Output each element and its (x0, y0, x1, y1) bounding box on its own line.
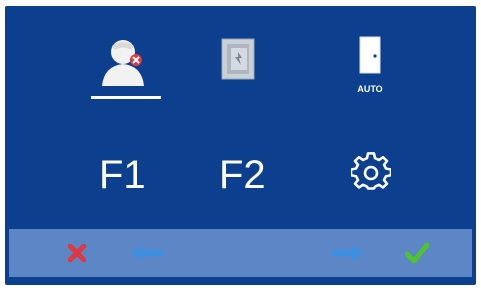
confirm-check-icon (405, 242, 429, 264)
arrow-right-icon (331, 245, 363, 261)
f1-button[interactable]: F1 (99, 155, 146, 195)
f2-button[interactable]: F2 (219, 155, 266, 195)
intercom-screen: AUTO F1 F2 (5, 6, 476, 285)
auto-label: AUTO (357, 84, 383, 94)
arrow-left-icon (131, 245, 163, 261)
auto-answer-door-icon (359, 36, 381, 74)
cancel-button[interactable] (65, 241, 89, 265)
arrow-left-button[interactable] (127, 241, 167, 265)
confirm-button[interactable] (403, 240, 431, 266)
bottom-action-bar (9, 229, 472, 277)
door-release-button[interactable] (218, 36, 258, 82)
arrow-right-button[interactable] (327, 241, 367, 265)
privacy-mode-button[interactable] (95, 34, 151, 90)
cancel-icon (68, 244, 86, 262)
settings-gear-icon (351, 152, 391, 190)
auto-answer-door-button[interactable] (355, 32, 385, 78)
selected-indicator (91, 96, 161, 99)
door-release-icon (221, 38, 255, 80)
privacy-mode-icon (102, 40, 144, 86)
settings-button[interactable] (348, 149, 394, 195)
